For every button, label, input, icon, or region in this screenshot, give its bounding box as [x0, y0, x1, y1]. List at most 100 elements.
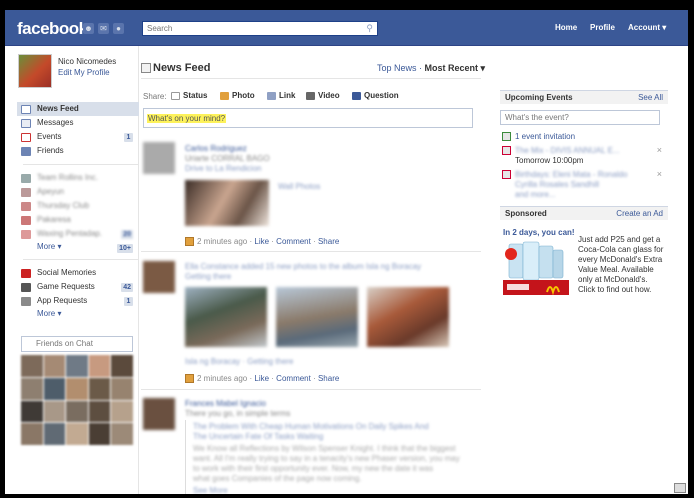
story-photo[interactable] [185, 180, 269, 226]
friends-on-chat-label: Friends on Chat [36, 339, 93, 348]
sidebar-item-game-requests[interactable]: Game Requests 42 [17, 280, 139, 294]
more-groups-link[interactable]: More ▾ 10+ [17, 241, 139, 253]
sidebar-item-messages[interactable]: Messages [17, 116, 139, 130]
ad-headline[interactable]: In 2 days, you can! [503, 228, 575, 237]
invitation-label: 1 event invitation [515, 132, 576, 141]
sidebar-group-item[interactable]: Pakaresa [17, 213, 139, 227]
app-requests-icon [21, 297, 31, 306]
event-input[interactable]: What's the event? [500, 110, 660, 125]
quote-bar [185, 420, 186, 494]
search-input[interactable] [143, 22, 353, 35]
notifications-icon[interactable]: ● [113, 23, 124, 34]
share-status-button[interactable]: Status [171, 91, 207, 100]
feed-sort: Top News · Most Recent ▾ [377, 63, 485, 74]
news-feed-icon [21, 105, 31, 114]
event-item[interactable]: The Mix - DIVIS ANNUAL E... [500, 146, 620, 155]
like-link[interactable]: Like [254, 237, 269, 246]
blurred-event-name: Birthdays: Eleni Mata - Ronaldo [515, 170, 628, 179]
facebook-logo[interactable]: facebook [17, 19, 88, 39]
sidebar-group-item[interactable]: Team Rollins Inc. [17, 171, 139, 185]
blurred-text: to work with their first opportunity eve… [193, 464, 434, 473]
sidebar-group-item[interactable]: Apeyun [17, 185, 139, 199]
share-question-label: Question [364, 91, 399, 100]
story-avatar[interactable] [143, 398, 175, 430]
friends-on-chat-box[interactable]: Friends on Chat [21, 336, 133, 352]
search-icon[interactable]: ⚲ [366, 23, 373, 34]
nav-profile[interactable]: Profile [590, 23, 615, 32]
nav-home[interactable]: Home [555, 23, 577, 32]
search-box[interactable]: ⚲ [142, 21, 378, 36]
share-question-button[interactable]: Question [352, 91, 399, 100]
share-video-button[interactable]: Video [306, 91, 340, 100]
upcoming-events-header: Upcoming Events See All [500, 90, 668, 104]
coca-cola-glasses-image [503, 240, 569, 296]
event-time: Tomorrow 10:00pm [515, 156, 584, 165]
create-ad-link[interactable]: Create an Ad [616, 207, 663, 220]
story-meta: 2 minutes ago · Like · Comment · Share [185, 237, 339, 246]
sort-most-recent[interactable]: Most Recent ▾ [424, 63, 485, 73]
left-sidebar: Nico Nicomedes Edit My Profile News Feed… [5, 46, 139, 494]
story-photo[interactable] [185, 287, 267, 347]
story-avatar[interactable] [143, 261, 175, 293]
edit-profile-link[interactable]: Edit My Profile [58, 68, 110, 77]
app-requests-badge: 1 [124, 297, 133, 306]
close-icon[interactable]: × [657, 169, 662, 179]
blurred-text: There you go, in simple terms [185, 409, 291, 418]
sidebar-item-label: App Requests [37, 296, 88, 305]
comment-link[interactable]: Comment [276, 374, 311, 383]
more-groups-label: More ▾ [37, 242, 62, 251]
events-icon [21, 133, 31, 142]
sidebar-group-item[interactable]: Thursday Club [17, 199, 139, 213]
close-icon[interactable]: × [657, 145, 662, 155]
messages-jewel-icon[interactable]: ✉ [98, 23, 109, 34]
like-link[interactable]: Like [254, 374, 269, 383]
event-invitation-link[interactable]: 1 event invitation [500, 132, 575, 141]
sidebar-item-social-memories[interactable]: Social Memories [17, 266, 139, 280]
story-photo[interactable] [367, 287, 449, 347]
blurred-author: Carlos Rodriguez [185, 144, 247, 153]
share-link-button[interactable]: Link [267, 91, 295, 100]
ad-image[interactable] [503, 240, 569, 296]
sort-top-news[interactable]: Top News [377, 63, 417, 73]
blurred-event-detail: and more... [515, 190, 556, 199]
sidebar-item-app-requests[interactable]: App Requests 1 [17, 294, 139, 308]
video-icon [306, 92, 315, 100]
profile-avatar[interactable] [18, 54, 52, 88]
sidebar-item-label: News Feed [37, 104, 79, 113]
chat-friends-grid[interactable] [21, 355, 133, 445]
invitation-icon [502, 132, 511, 141]
sidebar-item-events[interactable]: Events 1 [17, 130, 139, 144]
blurred-text: We Know all Reflections by Wilson Spense… [193, 444, 456, 453]
news-feed-column: News Feed Top News · Most Recent ▾ Share… [141, 46, 490, 494]
photo-icon [185, 237, 194, 246]
share-photo-button[interactable]: Photo [220, 91, 255, 100]
blurred-text: Isla ng Boracay · Getting there [185, 357, 294, 366]
question-icon [352, 92, 361, 100]
story-avatar[interactable] [143, 142, 175, 174]
sidebar-item-news-feed[interactable]: News Feed [17, 102, 139, 116]
more-apps-link[interactable]: More ▾ [17, 308, 139, 320]
group-icon [21, 174, 31, 183]
nav-account[interactable]: Account ▾ [628, 23, 666, 32]
link-icon [267, 92, 276, 100]
share-link[interactable]: Share [318, 237, 339, 246]
story-timestamp: 2 minutes ago [197, 237, 248, 246]
see-all-link[interactable]: See All [638, 91, 663, 104]
right-column: Upcoming Events See All What's the event… [500, 46, 668, 494]
blurred-text: See More [193, 486, 228, 494]
share-link[interactable]: Share [318, 374, 339, 383]
more-groups-badge: 10+ [117, 244, 133, 253]
comment-link[interactable]: Comment [276, 237, 311, 246]
status-composer[interactable]: What's on your mind? [143, 108, 473, 128]
sidebar-group-item[interactable]: Waxing Pentadap. 20 [17, 227, 139, 241]
ad-text[interactable]: Just add P25 and get a Coca-Cola can gla… [578, 235, 666, 295]
sidebar-item-friends[interactable]: Friends [17, 144, 139, 158]
story-photo[interactable] [276, 287, 358, 347]
blurred-text: Uriarte CORRAL BAGO [185, 154, 270, 163]
blurred-text: want. All I'm really trying to say in a … [193, 454, 460, 463]
divider [23, 259, 139, 260]
event-item[interactable]: Birthdays: Eleni Mata - Ronaldo [500, 170, 628, 179]
friend-requests-icon[interactable]: ☻ [83, 23, 94, 34]
profile-name[interactable]: Nico Nicomedes [58, 57, 116, 66]
game-requests-badge: 42 [121, 283, 133, 292]
